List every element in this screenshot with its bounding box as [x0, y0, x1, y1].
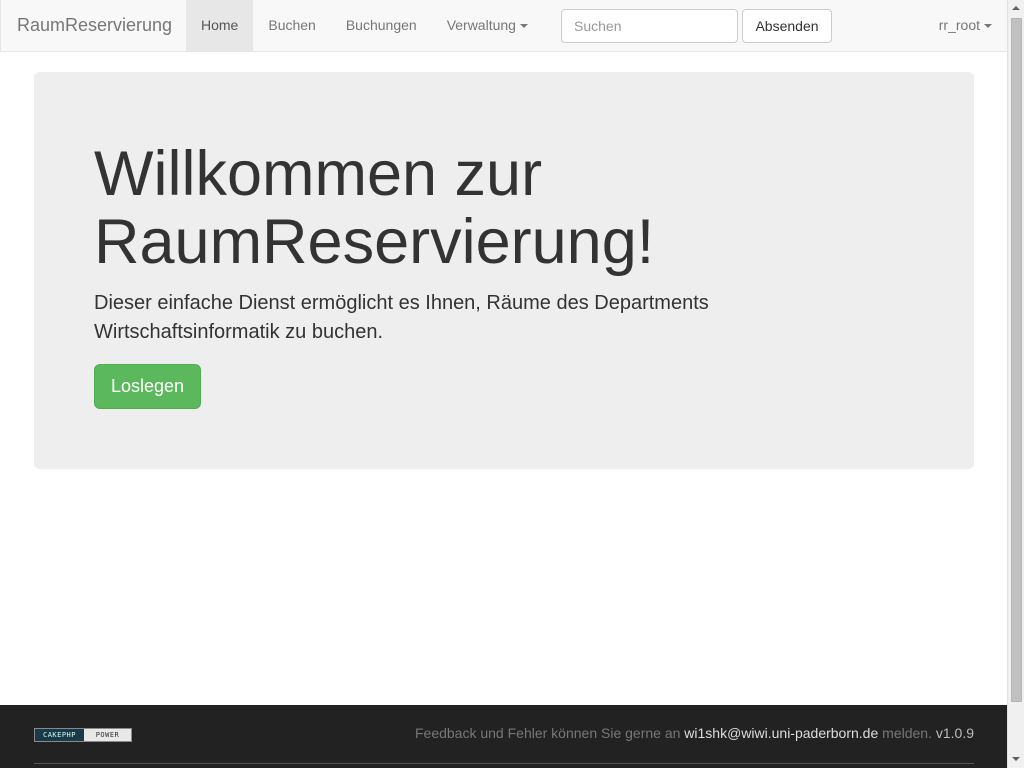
nav-item-buchungen[interactable]: Buchungen	[331, 0, 432, 51]
footer-divider	[34, 763, 974, 764]
nav-menu: Home Buchen Buchungen Verwaltung	[186, 0, 543, 51]
user-name: rr_root	[938, 17, 980, 33]
scroll-down-arrow-icon[interactable]	[1008, 751, 1024, 768]
nav-item-verwaltung[interactable]: Verwaltung	[432, 0, 543, 51]
caret-down-icon	[519, 24, 528, 29]
footer: CAKEPHP POWER Feedback und Fehler können…	[0, 705, 1007, 768]
get-started-button[interactable]: Loslegen	[94, 364, 202, 409]
footer-feedback-text: Feedback und Fehler können Sie gerne an …	[415, 725, 974, 741]
badge-left-label: CAKEPHP	[35, 729, 84, 741]
welcome-title: Willkommen zur RaumReservierung!	[94, 139, 655, 277]
cakephp-power-badge[interactable]: CAKEPHP POWER	[34, 728, 132, 742]
nav-item-label: Verwaltung	[446, 17, 516, 33]
nav-item-home[interactable]: Home	[186, 0, 254, 51]
nav-item-label: Buchungen	[345, 17, 417, 33]
feedback-email-link[interactable]: wi1shk@wiwi.uni-paderborn.de	[684, 725, 878, 741]
search-submit-button[interactable]: Absenden	[742, 9, 832, 43]
footer-text-after: melden.	[882, 725, 932, 741]
brand-link[interactable]: RaumReservierung	[17, 0, 172, 51]
vertical-scrollbar[interactable]	[1007, 0, 1024, 768]
caret-down-icon	[984, 24, 992, 29]
welcome-jumbotron: Willkommen zur RaumReservierung! Dieser …	[34, 72, 974, 469]
version-label: v1.0.9	[935, 725, 974, 741]
page: RaumReservierung Home Buchen Buchungen V…	[0, 0, 1007, 768]
nav-item-buchen[interactable]: Buchen	[253, 0, 330, 51]
scrollbar-thumb[interactable]	[1011, 18, 1022, 702]
welcome-text: Dieser einfache Dienst ermöglicht es Ihn…	[94, 292, 709, 343]
user-menu[interactable]: rr_root	[924, 0, 992, 51]
badge-right-label: POWER	[84, 729, 131, 741]
scroll-up-arrow-icon[interactable]	[1008, 0, 1024, 17]
search-input[interactable]	[561, 9, 738, 43]
footer-text-before: Feedback und Fehler können Sie gerne an	[414, 725, 681, 741]
navbar: RaumReservierung Home Buchen Buchungen V…	[0, 0, 1007, 52]
nav-item-label: Home	[201, 17, 239, 33]
nav-item-label: Buchen	[268, 17, 316, 33]
